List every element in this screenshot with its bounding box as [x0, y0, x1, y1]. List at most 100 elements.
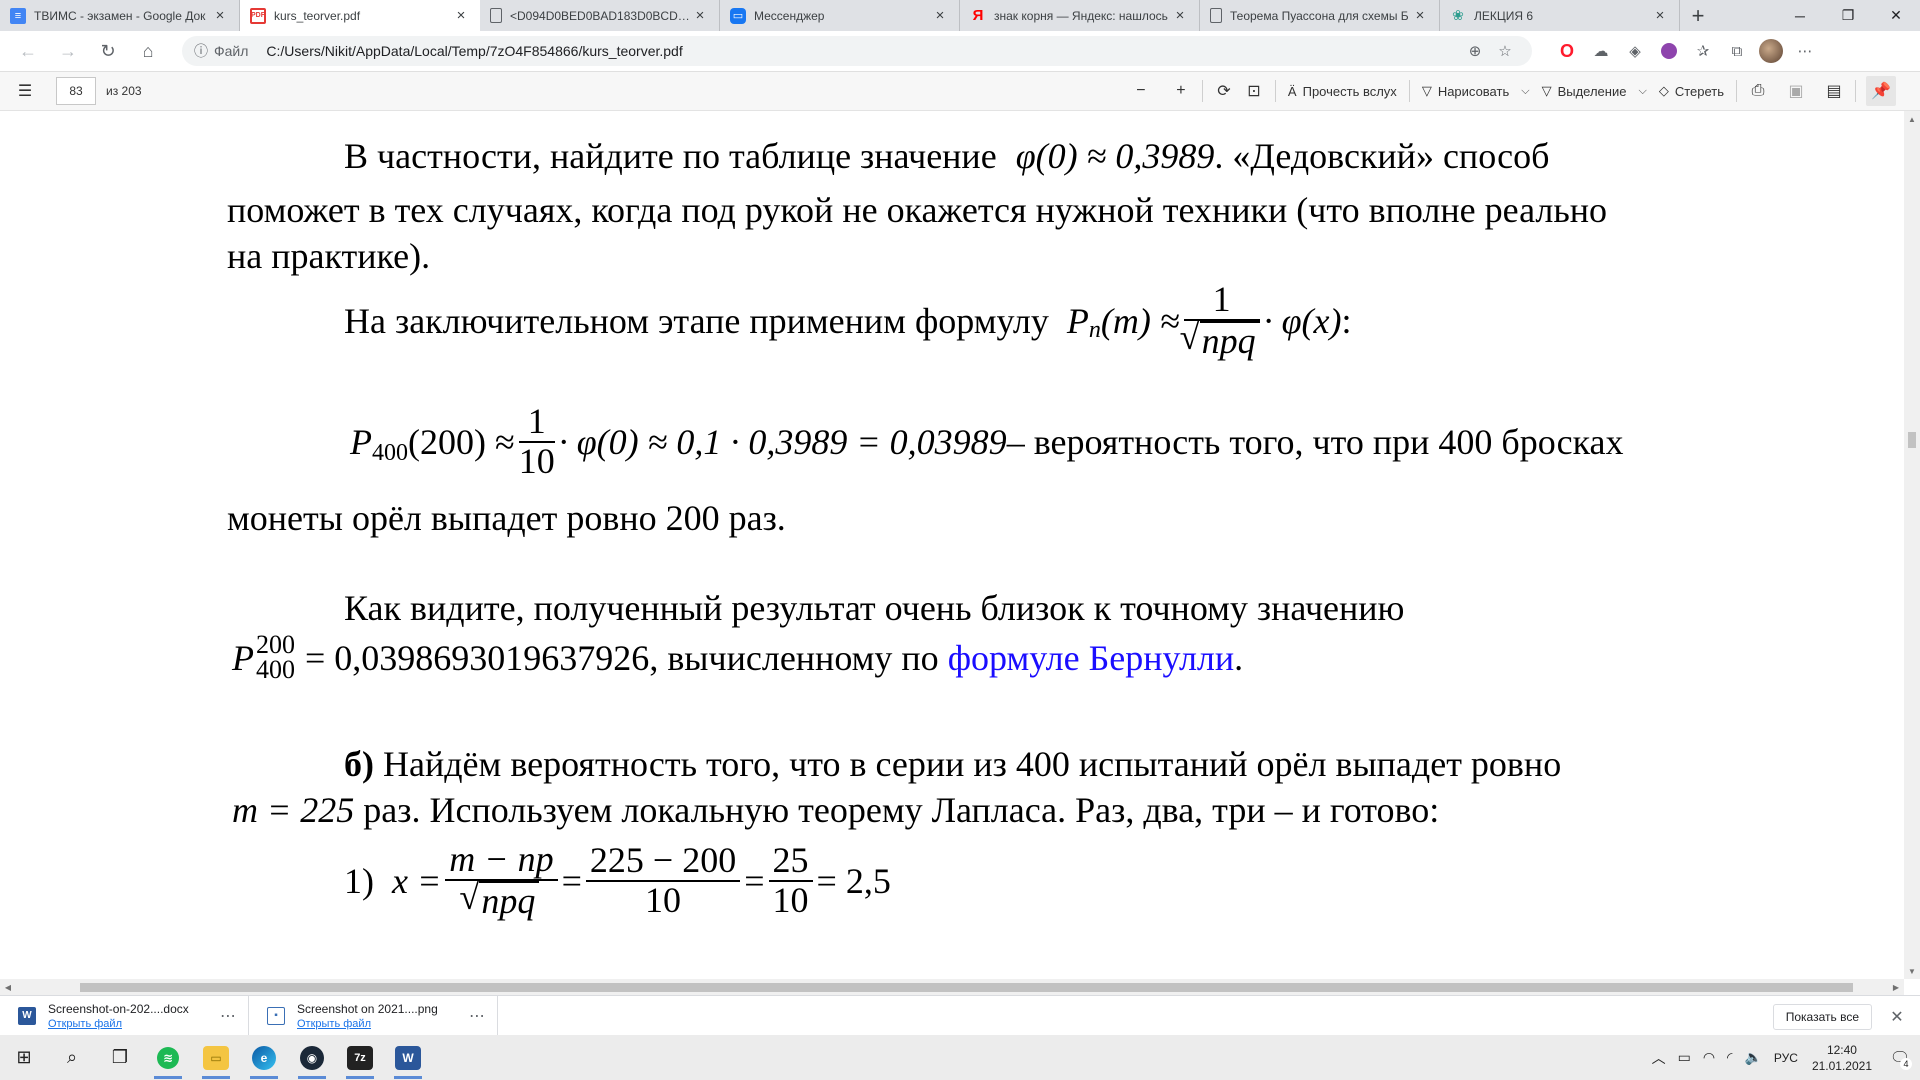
- scroll-up-arrow-icon[interactable]: ▲: [1904, 111, 1920, 127]
- taskbar-app-7zip[interactable]: 7z: [336, 1035, 384, 1080]
- close-window-icon[interactable]: ✕: [1872, 0, 1920, 31]
- close-icon[interactable]: ×: [931, 7, 949, 25]
- wifi-icon[interactable]: ◜: [1721, 1049, 1738, 1066]
- chevron-down-icon[interactable]: ⌵: [1515, 85, 1535, 98]
- scroll-left-arrow-icon[interactable]: ◀: [0, 979, 16, 995]
- extension-icon[interactable]: ◈: [1618, 34, 1652, 68]
- collections-icon[interactable]: ⧉: [1720, 34, 1754, 68]
- formula-symbol: P: [350, 421, 372, 462]
- profile-avatar[interactable]: [1754, 34, 1788, 68]
- forward-arrow-icon[interactable]: →: [48, 33, 88, 69]
- notifications-icon[interactable]: 🗨 4: [1880, 1035, 1920, 1080]
- chevron-up-icon[interactable]: ︿: [1646, 1048, 1672, 1068]
- text: раз. Используем локальную теорему Лаплас…: [354, 790, 1440, 830]
- tab-title: kurs_teorver.pdf: [274, 8, 361, 23]
- scroll-down-arrow-icon[interactable]: ▼: [1904, 963, 1920, 979]
- scroll-right-arrow-icon[interactable]: ▶: [1888, 979, 1904, 995]
- tab-kurs-teorver[interactable]: PDF kurs_teorver.pdf ×: [240, 0, 480, 31]
- fit-page-icon[interactable]: ⊡: [1239, 76, 1269, 106]
- tab-poisson-theorem[interactable]: Теорема Пуассона для схемы Б ×: [1200, 0, 1440, 31]
- battery-icon[interactable]: ▭: [1672, 1049, 1697, 1066]
- more-options-icon[interactable]: ⋯: [218, 1006, 238, 1026]
- network-icon[interactable]: ◠: [1697, 1049, 1721, 1066]
- folder-icon: ▭: [203, 1045, 229, 1070]
- show-all-downloads-button[interactable]: Показать все: [1772, 1004, 1872, 1030]
- taskbar-app-word[interactable]: W: [384, 1035, 432, 1080]
- open-file-link[interactable]: Открыть файл: [48, 1018, 208, 1030]
- tab-title: <D094D0BED0BAD183D0BCD0B: [510, 8, 691, 23]
- info-icon[interactable]: ⓘ: [194, 41, 208, 61]
- taskbar-app-spotify[interactable]: ≋: [144, 1035, 192, 1080]
- windows-start-icon[interactable]: ⊞: [0, 1035, 48, 1080]
- text: :: [1341, 300, 1352, 341]
- home-icon[interactable]: ⌂: [128, 33, 168, 69]
- print-icon[interactable]: ⎙: [1743, 76, 1773, 106]
- address-url[interactable]: C:/Users/Nikit/AppData/Local/Temp/7zO4F8…: [266, 43, 1460, 59]
- favorites-icon[interactable]: ✰: [1686, 34, 1720, 68]
- tab-yandex-search[interactable]: Я знак корня — Яндекс: нашлось ×: [960, 0, 1200, 31]
- horizontal-scroll-thumb[interactable]: [80, 983, 1853, 992]
- vertical-scrollbar[interactable]: ▲ ▼: [1904, 111, 1920, 979]
- save-as-icon[interactable]: ▤: [1819, 76, 1849, 106]
- bookmark-star-icon[interactable]: ☆: [1490, 42, 1520, 60]
- download-item[interactable]: W Screenshot-on-202....docx Открыть файл…: [0, 995, 249, 1036]
- vertical-scroll-thumb[interactable]: [1908, 432, 1916, 448]
- close-icon[interactable]: ×: [1171, 7, 1189, 25]
- taskbar-app-edge[interactable]: e: [240, 1035, 288, 1080]
- task-view-icon[interactable]: ❐: [96, 1035, 144, 1080]
- tab-hex-document[interactable]: <D094D0BED0BAD183D0BCD0B ×: [480, 0, 720, 31]
- contents-list-icon[interactable]: ☰: [10, 76, 40, 106]
- taskbar-app-steam[interactable]: ◉: [288, 1035, 336, 1080]
- system-clock[interactable]: 12:40 21.01.2021: [1804, 1042, 1880, 1074]
- pdf-document-view[interactable]: В частности, найдите по таблице значение…: [0, 111, 1904, 979]
- text: .: [1234, 637, 1244, 678]
- tab-messenger[interactable]: ▭ Мессенджер ×: [720, 0, 960, 31]
- pin-toolbar-icon[interactable]: 📌: [1866, 76, 1896, 106]
- page-number-input[interactable]: 83: [56, 77, 96, 105]
- close-icon[interactable]: ×: [211, 7, 229, 25]
- horizontal-scrollbar[interactable]: ◀ ▶: [0, 979, 1904, 995]
- tab-title: ТВИМС - экзамен - Google Док: [34, 8, 206, 23]
- input-language[interactable]: РУС: [1768, 1051, 1804, 1065]
- taskbar-app-explorer[interactable]: ▭: [192, 1035, 240, 1080]
- formula-bernoulli-exact: P 200 400 = 0,0398693019637926: [232, 632, 649, 682]
- download-item[interactable]: ▪ Screenshot on 2021....png Открыть файл…: [249, 995, 498, 1036]
- new-tab-button[interactable]: +: [1680, 0, 1716, 31]
- menu-dots-icon[interactable]: ⋯: [1788, 34, 1822, 68]
- opera-extension-icon[interactable]: O: [1550, 34, 1584, 68]
- search-icon[interactable]: ⌕: [48, 1035, 96, 1080]
- zoom-in-icon[interactable]: +: [1166, 76, 1196, 106]
- restore-icon[interactable]: ❐: [1824, 0, 1872, 31]
- reload-icon[interactable]: ↻: [88, 33, 128, 69]
- fraction-numerator: 1: [1183, 280, 1260, 321]
- close-icon[interactable]: ×: [452, 7, 470, 25]
- highlight-button[interactable]: ▽ Выделение: [1536, 76, 1633, 106]
- minimize-icon[interactable]: ─: [1776, 0, 1824, 31]
- zoom-out-icon[interactable]: −: [1126, 76, 1156, 106]
- chevron-down-icon[interactable]: ⌵: [1632, 85, 1652, 98]
- zoom-icon[interactable]: ⊕: [1460, 42, 1490, 60]
- formula-symbol: · φ(0) ≈ 0,1 · 0,3989 = 0,03989: [558, 421, 1007, 462]
- read-aloud-label: Прочесть вслух: [1302, 83, 1397, 99]
- purple-extension-icon[interactable]: [1652, 34, 1686, 68]
- vpn-extension-icon[interactable]: ☁: [1584, 34, 1618, 68]
- tab-google-docs[interactable]: ≡ ТВИМС - экзамен - Google Док ×: [0, 0, 240, 31]
- formula-symbol: =: [561, 860, 582, 901]
- open-file-link[interactable]: Открыть файл: [297, 1018, 457, 1030]
- steam-icon: ◉: [300, 1045, 324, 1070]
- close-icon[interactable]: ×: [1411, 7, 1429, 25]
- back-arrow-icon[interactable]: ←: [8, 33, 48, 69]
- read-aloud-button[interactable]: A͏̈ Прочесть вслух: [1282, 76, 1403, 106]
- address-bar[interactable]: ⓘ Файл C:/Users/Nikit/AppData/Local/Temp…: [182, 36, 1532, 66]
- draw-button[interactable]: ▽ Нарисовать: [1416, 76, 1515, 106]
- close-icon[interactable]: ✕: [1884, 1004, 1910, 1030]
- close-icon[interactable]: ×: [1651, 7, 1669, 25]
- volume-icon[interactable]: 🔈: [1738, 1049, 1767, 1066]
- erase-button[interactable]: ◇ Стереть: [1653, 76, 1730, 106]
- bernoulli-formula-link[interactable]: формуле Бернулли: [948, 637, 1234, 679]
- close-icon[interactable]: ×: [691, 7, 709, 25]
- more-options-icon[interactable]: ⋯: [467, 1006, 487, 1026]
- rotate-icon[interactable]: ⟳: [1209, 76, 1239, 106]
- tab-lecture-6[interactable]: ❀ ЛЕКЦИЯ 6 ×: [1440, 0, 1680, 31]
- save-icon[interactable]: ▣: [1781, 76, 1811, 106]
